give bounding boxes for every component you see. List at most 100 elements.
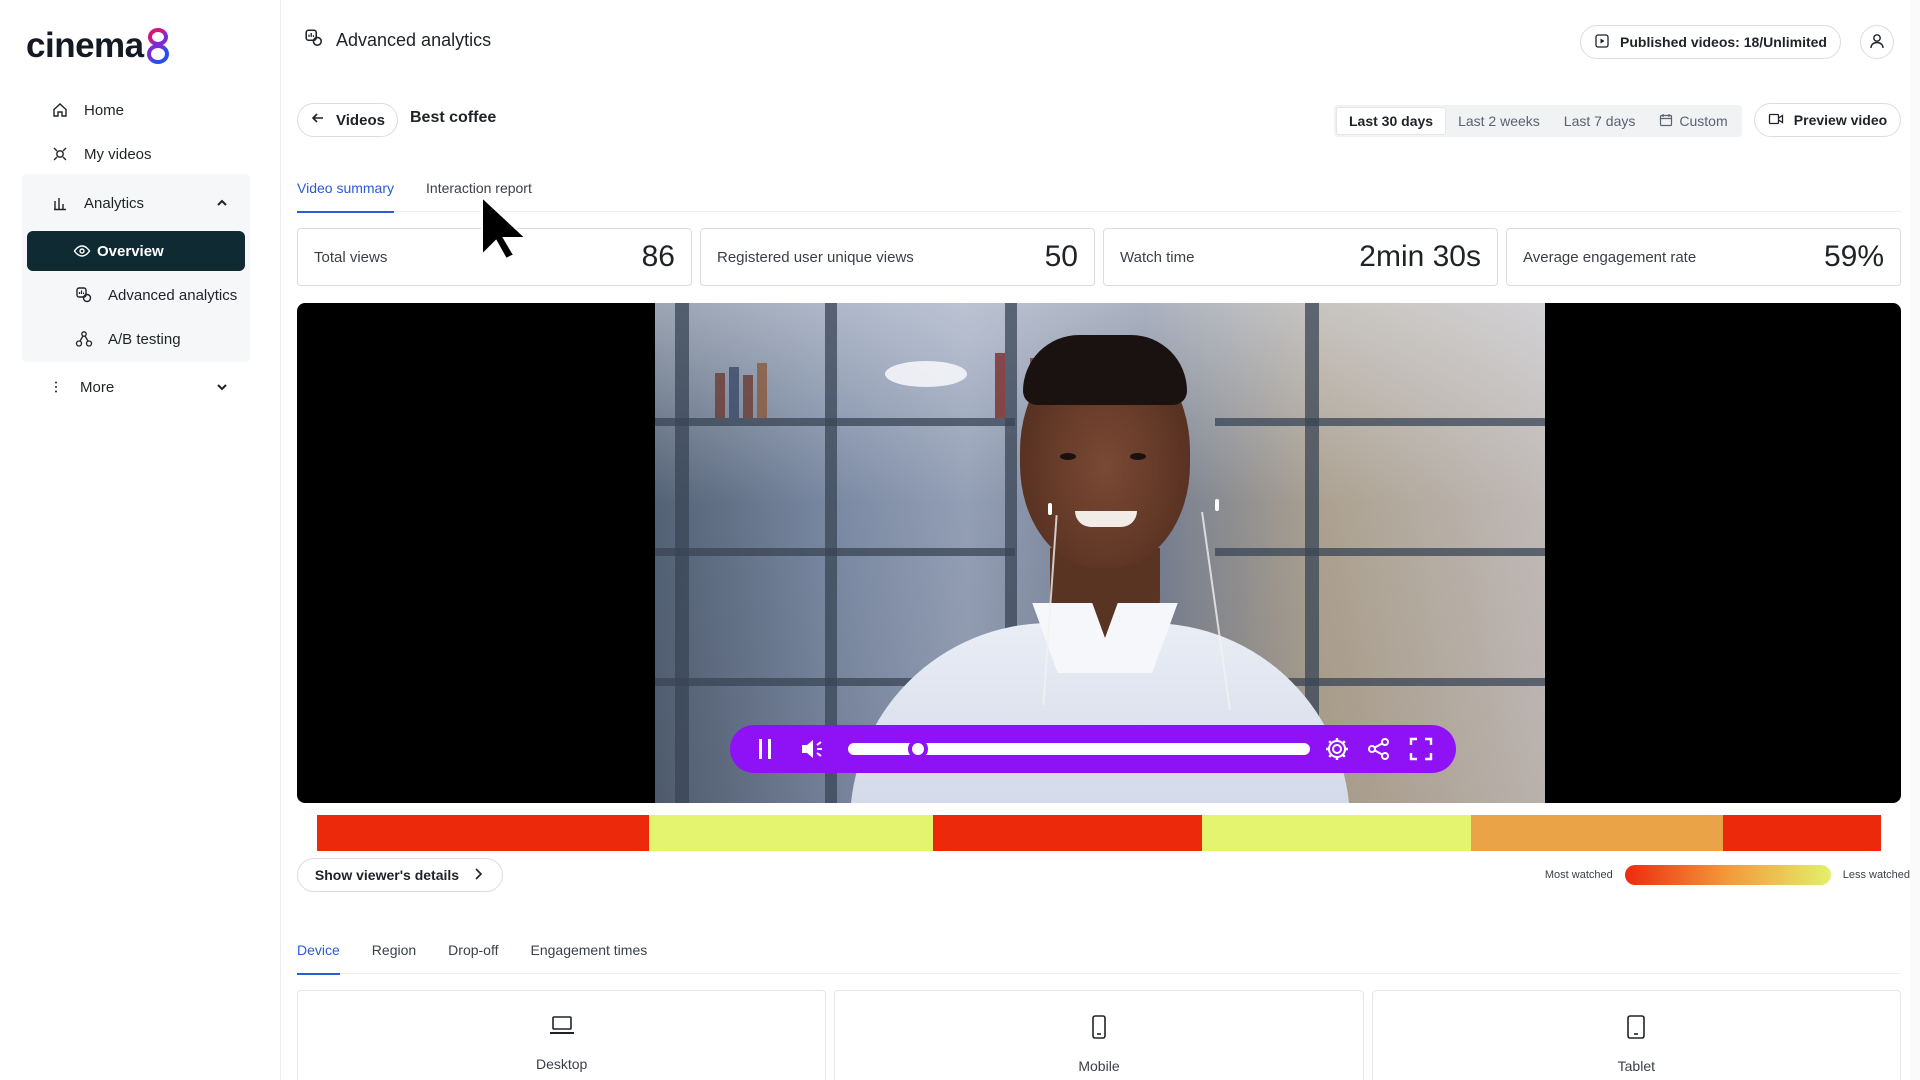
viewer-details-label: Show viewer's details (314, 867, 460, 883)
page-title-text: Advanced analytics (336, 30, 492, 50)
range-last-7-days[interactable]: Last 7 days (1552, 107, 1648, 135)
sidebar-item-ab-testing[interactable]: A/B testing (74, 329, 181, 349)
laptop-icon (549, 1015, 575, 1042)
range-last-30-days[interactable]: Last 30 days (1336, 107, 1447, 135)
stat-value: 86 (641, 240, 675, 273)
legend-most-watched: Most watched (1544, 869, 1613, 881)
sidebar-item-label: My videos (84, 145, 152, 163)
device-label: Desktop (535, 1056, 588, 1072)
stat-card-unique-views: Registered user unique views 50 (700, 228, 1095, 286)
device-card-tablet: Tablet (1371, 990, 1901, 1080)
stat-card-watch-time: Watch time 2min 30s (1103, 228, 1498, 286)
date-range-selector: Last 30 days Last 2 weeks Last 7 days Cu… (1334, 105, 1742, 137)
progress-thumb[interactable] (908, 739, 929, 759)
device-card-desktop: Desktop (297, 990, 827, 1080)
playback-progress-bar[interactable] (848, 739, 1310, 759)
stat-value: 50 (1044, 240, 1078, 273)
stat-label: Watch time (1120, 248, 1195, 266)
mobile-icon (1090, 1015, 1108, 1044)
advanced-analytics-icon (74, 285, 94, 305)
tab-video-summary[interactable]: Video summary (297, 178, 395, 213)
calendar-icon (1659, 113, 1673, 130)
range-custom-label: Custom (1679, 113, 1728, 129)
sidebar-item-overview[interactable]: Overview (27, 231, 245, 271)
show-viewer-details-button[interactable]: Show viewer's details (297, 858, 503, 892)
device-label: Tablet (1617, 1058, 1655, 1074)
video-file-icon (1594, 33, 1610, 52)
heatmap-segment (933, 815, 1203, 851)
sidebar: cinema Home My videos Analytics Overview… (0, 0, 281, 1080)
sidebar-item-more[interactable]: More (46, 377, 230, 397)
cinema8-logo[interactable]: cinema (26, 26, 171, 66)
heatmap-segment (648, 815, 934, 851)
sidebar-item-label: Analytics (84, 194, 145, 212)
stat-value: 59% (1823, 240, 1884, 273)
breakdown-tabs: Device Region Drop-off Engagement times (297, 940, 1901, 975)
published-videos-text: Published videos: 18/Unlimited (1620, 34, 1827, 50)
stat-label: Total views (314, 248, 388, 266)
user-icon (1868, 32, 1886, 53)
video-camera-icon (1768, 111, 1784, 130)
fullscreen-button[interactable] (1406, 734, 1436, 764)
user-menu-button[interactable] (1860, 25, 1894, 59)
share-button[interactable] (1364, 734, 1394, 764)
advanced-analytics-icon (304, 28, 324, 53)
page-title: Advanced analytics (304, 28, 491, 53)
engagement-heatmap-bar (317, 815, 1881, 851)
heatmap-segment (317, 815, 649, 851)
sidebar-item-label: More (80, 378, 115, 396)
sidebar-item-label: Advanced analytics (108, 286, 238, 304)
video-player[interactable] (297, 303, 1901, 803)
page-scrollbar[interactable] (1910, 0, 1920, 1080)
app-root: cinema Home My videos Analytics Overview… (0, 0, 1920, 1080)
device-cards: Desktop Mobile Tablet (297, 990, 1901, 1080)
preview-video-button[interactable]: Preview video (1754, 103, 1901, 137)
heatmap-legend: Most watched Less watched (1545, 865, 1910, 885)
stats-row: Total views 86 Registered user unique vi… (297, 228, 1901, 286)
eye-icon (73, 242, 91, 264)
stat-label: Average engagement rate (1523, 248, 1697, 266)
volume-button[interactable] (798, 734, 828, 764)
tab-engagement-times[interactable]: Engagement times (531, 940, 648, 974)
tab-drop-off[interactable]: Drop-off (448, 940, 498, 974)
video-title: Best coffee (410, 109, 497, 126)
sidebar-item-my-videos[interactable]: My videos (50, 144, 152, 164)
tab-region[interactable]: Region (372, 940, 416, 974)
tablet-icon (1626, 1015, 1646, 1044)
chevron-down-icon[interactable] (214, 379, 230, 395)
range-custom[interactable]: Custom (1647, 107, 1739, 135)
published-videos-badge[interactable]: Published videos: 18/Unlimited (1580, 25, 1841, 59)
chevron-up-icon[interactable] (214, 195, 230, 211)
back-button-label: Videos (336, 111, 385, 129)
pause-button[interactable] (750, 734, 780, 764)
logo-text: cinema (26, 26, 144, 65)
tab-device[interactable]: Device (297, 940, 340, 975)
lamp-light (885, 361, 967, 387)
sidebar-item-analytics[interactable]: Analytics (50, 193, 230, 213)
arrow-left-icon (310, 110, 326, 130)
sidebar-item-advanced-analytics[interactable]: Advanced analytics (74, 285, 237, 305)
back-to-videos-button[interactable]: Videos (297, 103, 398, 137)
range-last-2-weeks[interactable]: Last 2 weeks (1446, 107, 1552, 135)
heatmap-segment (1202, 815, 1472, 851)
ab-testing-icon (74, 329, 94, 349)
device-label: Mobile (1078, 1058, 1120, 1074)
heatmap-segment (1723, 815, 1881, 851)
bar-chart-icon (50, 193, 70, 213)
summary-tabs: Video summary Interaction report (297, 178, 1901, 213)
preview-video-label: Preview video (1793, 112, 1888, 128)
stat-label: Registered user unique views (717, 248, 914, 266)
more-vertical-icon (46, 377, 66, 397)
chevron-right-icon (471, 867, 485, 884)
sidebar-item-label: Home (84, 101, 125, 119)
settings-button[interactable] (1322, 734, 1352, 764)
video-reel-icon (50, 144, 70, 164)
legend-less-watched: Less watched (1842, 869, 1910, 881)
sidebar-item-home[interactable]: Home (50, 100, 124, 120)
stat-value: 2min 30s (1359, 240, 1481, 273)
legend-gradient (1624, 865, 1831, 885)
device-card-mobile: Mobile (834, 990, 1364, 1080)
home-icon (50, 100, 70, 120)
mouse-cursor-icon (480, 194, 532, 266)
stat-card-engagement-rate: Average engagement rate 59% (1506, 228, 1901, 286)
